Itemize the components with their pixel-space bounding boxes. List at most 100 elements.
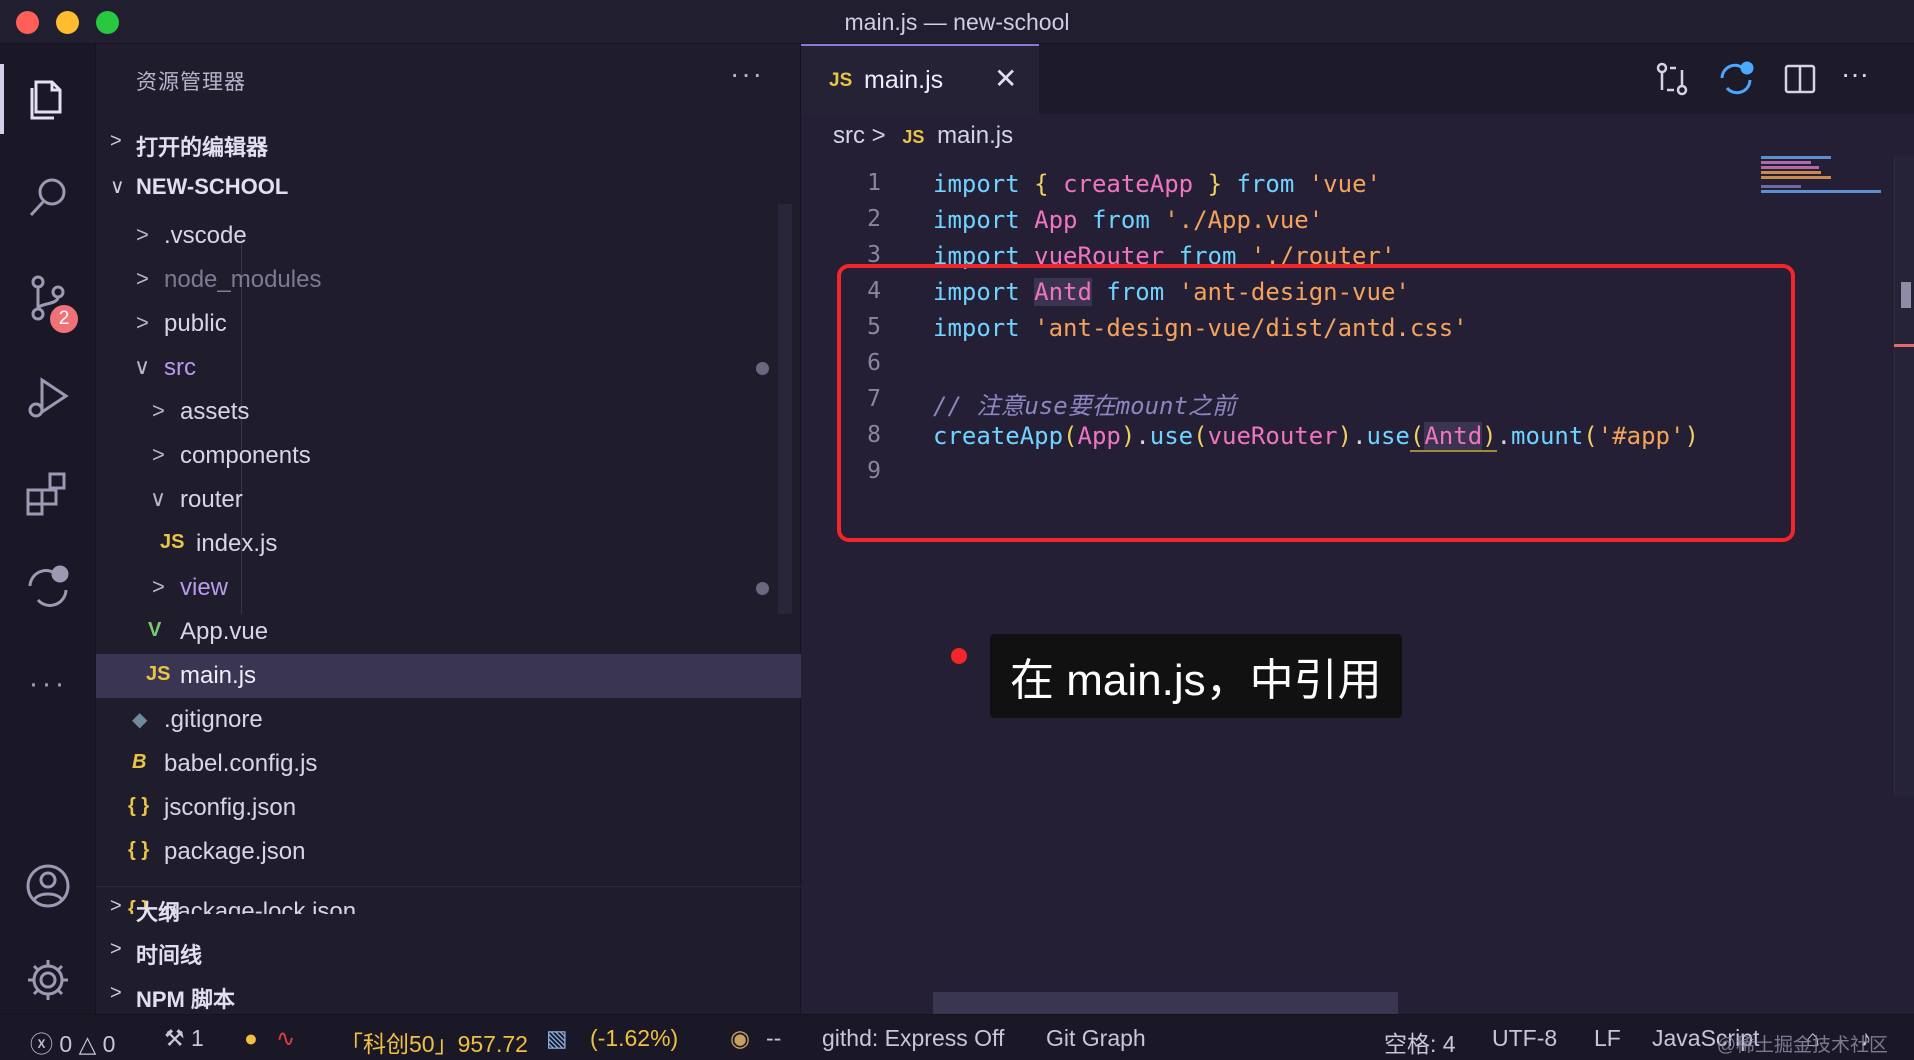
settings-gear-icon[interactable] (18, 950, 78, 1010)
diff-sync-icon[interactable] (1717, 60, 1755, 98)
section-project[interactable]: ∨ NEW-SCHOOL (96, 166, 801, 206)
tools-icon: ⚒ (164, 1025, 185, 1051)
tree-item-router[interactable]: ∨ router (96, 478, 801, 522)
fund-status: -- (766, 1025, 782, 1051)
chevron-right-icon: > (110, 895, 122, 917)
tree-item-app-vue[interactable]: V App.vue (96, 610, 801, 654)
run-debug-icon[interactable] (18, 368, 78, 428)
chevron-right-icon: > (136, 266, 149, 291)
search-icon[interactable] (18, 168, 78, 228)
more-icon[interactable]: ··· (18, 654, 78, 714)
git-graph-button[interactable]: Git Graph (1046, 1025, 1146, 1052)
json-file-icon: { } (128, 839, 150, 861)
tab-bar: JS main.js ✕ ··· (801, 44, 1914, 114)
section-open-editors[interactable]: > 打开的编辑器 (96, 122, 801, 162)
explorer-more-button[interactable]: ··· (730, 58, 764, 90)
breadcrumb: src > JS main.js (833, 122, 1013, 150)
money-bag-icon: ◉ (730, 1025, 751, 1051)
json-file-icon: { } (128, 795, 150, 817)
account-icon[interactable] (18, 856, 78, 916)
section-timeline[interactable]: > 时间线 (96, 930, 801, 970)
file-tree: > .vscode > node_modules > public ∨ src … (96, 214, 801, 914)
tree-item-public[interactable]: > public (96, 302, 801, 346)
explorer-sidebar: 资源管理器 ··· > 打开的编辑器 ∨ NEW-SCHOOL > .vscod… (96, 44, 801, 1014)
tree-item-assets[interactable]: > assets (96, 390, 801, 434)
javascript-file-icon: JS (146, 663, 171, 685)
babel-file-icon: B (132, 751, 147, 773)
split-editor-icon[interactable] (1781, 60, 1819, 98)
breadcrumb-file[interactable]: main.js (937, 122, 1013, 149)
diff-icon[interactable] (18, 558, 78, 618)
encoding-status[interactable]: UTF-8 (1492, 1025, 1557, 1052)
extensions-icon[interactable] (18, 464, 78, 524)
eol-status[interactable]: LF (1594, 1025, 1621, 1052)
explorer-icon[interactable] (18, 68, 78, 128)
modified-dot (756, 362, 769, 375)
tree-item-babel-config[interactable]: B babel.config.js (96, 742, 801, 786)
chevron-right-icon: > (110, 130, 122, 152)
stock-change: (-1.62%) (590, 1025, 679, 1051)
editor-area: JS main.js ✕ ··· src > JS main.js 1 impo… (801, 44, 1914, 1014)
warning-icon: △ (78, 1031, 97, 1057)
scrollbar-cursor-marker (1894, 344, 1914, 347)
problems-status[interactable]: ⓧ 0 △ 0 (30, 1025, 115, 1059)
highlight-annotation-box (837, 264, 1795, 542)
editor-horizontal-scrollbar[interactable] (933, 992, 1398, 1014)
chevron-right-icon: > (110, 938, 122, 960)
tree-item-jsconfig[interactable]: { } jsconfig.json (96, 786, 801, 830)
activity-bar: 2 ··· (0, 44, 96, 1014)
scrollbar-thumb[interactable] (1901, 282, 1911, 308)
status-bar: ⓧ 0 △ 0 ⚒ 1 ● ∿ 「科创50」957.72 ▧ (-1.62%) … (0, 1014, 1914, 1060)
modified-dot (756, 582, 769, 595)
git-file-icon: ◆ (132, 709, 148, 731)
tree-item-node-modules[interactable]: > node_modules (96, 258, 801, 302)
tools-status[interactable]: ⚒ 1 (164, 1025, 204, 1052)
javascript-file-icon: JS (829, 70, 853, 91)
tree-item-main-js[interactable]: JS main.js (96, 654, 801, 698)
tree-item-gitignore[interactable]: ◆ .gitignore (96, 698, 801, 742)
chevron-right-icon: > (110, 982, 122, 1004)
chevron-right-icon: > (136, 310, 149, 335)
active-indicator (0, 64, 4, 134)
qq-icon: ● (244, 1025, 258, 1051)
compare-changes-icon[interactable] (1653, 60, 1691, 98)
section-outline[interactable]: > 大纲 (96, 886, 801, 930)
chart-down-icon: ▧ (546, 1025, 568, 1051)
vue-file-icon: V (148, 619, 162, 641)
githd-status[interactable]: githd: Express Off (822, 1025, 1004, 1052)
title-bar: main.js — new-school (0, 0, 1914, 44)
stock-index[interactable]: 「科创50」957.72 (340, 1025, 528, 1059)
chevron-down-icon: ∨ (134, 354, 151, 379)
tree-item-index-js[interactable]: JS index.js (96, 522, 801, 566)
explorer-title: 资源管理器 (136, 71, 246, 94)
breadcrumb-folder[interactable]: src (833, 122, 865, 149)
code-line: 1 import { createApp } from 'vue' (867, 170, 1381, 198)
tree-item-components[interactable]: > components (96, 434, 801, 478)
watermark: @稀土掘金技术社区 (1716, 1035, 1888, 1056)
error-icon: ⓧ (30, 1031, 53, 1057)
section-npm-scripts[interactable]: > NPM 脚本 (96, 974, 801, 1014)
tab-main-js[interactable]: JS main.js ✕ (801, 44, 1039, 114)
chevron-down-icon: ∨ (110, 176, 125, 198)
video-caption: 在 main.js，中引用 (990, 634, 1402, 718)
code-line: 2 import App from './App.vue' (867, 206, 1324, 234)
tree-item-vscode[interactable]: > .vscode (96, 214, 801, 258)
javascript-file-icon: JS (160, 531, 185, 553)
breadcrumb-separator: > (871, 122, 886, 149)
scm-badge: 2 (47, 302, 81, 336)
chevron-right-icon: > (152, 398, 165, 423)
editor-vertical-scrollbar[interactable] (1894, 156, 1914, 796)
window-title: main.js — new-school (844, 9, 1070, 35)
tree-item-package-json[interactable]: { } package.json (96, 830, 801, 874)
indentation-status[interactable]: 空格: 4 (1384, 1025, 1456, 1059)
chevron-down-icon: ∨ (150, 486, 167, 511)
tree-item-view[interactable]: > view (96, 566, 801, 610)
javascript-file-icon: JS (902, 127, 925, 147)
chevron-right-icon: > (152, 574, 165, 599)
chevron-right-icon: > (136, 222, 149, 247)
close-tab-button[interactable]: ✕ (994, 62, 1017, 95)
annotation-dot (951, 648, 967, 664)
chevron-right-icon: > (152, 442, 165, 467)
more-actions-icon[interactable]: ··· (1841, 58, 1879, 96)
tree-item-src[interactable]: ∨ src (96, 346, 801, 390)
